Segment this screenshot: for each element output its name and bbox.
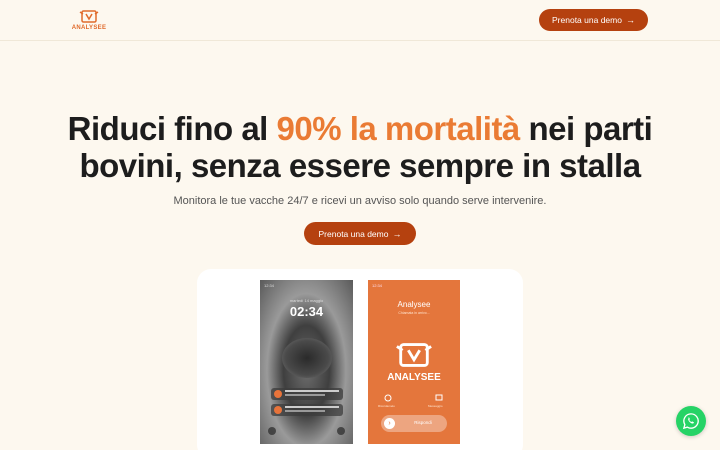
arrow-right-icon: → <box>392 228 402 239</box>
notification-app-icon <box>274 390 282 398</box>
cow-logo-icon <box>396 343 432 367</box>
notification-card <box>271 388 343 400</box>
cow-logo-icon <box>79 10 99 23</box>
phones-showcase-card <box>197 269 523 450</box>
hero-title-part1: Riduci fino al <box>67 110 277 147</box>
brand-logo[interactable]: ANALYSEE <box>72 9 106 35</box>
alarm-icon <box>384 394 392 402</box>
message-label: Messaggio <box>428 404 443 408</box>
lockscreen-date: martedì 14 maggio <box>289 298 324 303</box>
hero-title: Riduci fino al 90% la mortalità nei part… <box>40 110 680 184</box>
caller-name: Analysee <box>397 300 431 309</box>
message-icon <box>435 394 443 401</box>
phone-status-time: 12:34 <box>372 283 383 288</box>
camera-icon <box>337 427 345 435</box>
flashlight-icon <box>268 427 276 435</box>
answer-slider: › Rispondi <box>381 415 447 432</box>
phone-status-time: 12:34 <box>264 283 275 288</box>
notification-app-icon <box>274 406 282 414</box>
lockscreen-time: 02:34 <box>289 304 324 319</box>
hero-demo-button[interactable]: Prenota una demo → <box>304 222 416 245</box>
arrow-right-icon: → <box>625 15 635 25</box>
notification-card <box>271 404 343 416</box>
header-demo-button[interactable]: Prenota una demo → <box>539 9 648 31</box>
logo-text: ANALYSEE <box>71 25 107 31</box>
cow-nose-image <box>282 338 332 378</box>
header-demo-label: Prenota una demo <box>552 15 622 25</box>
hero-title-accent: 90% la mortalità <box>276 110 521 147</box>
lockscreen-phone-mockup: 12:34 martedì 14 maggio 02:34 <box>260 280 353 444</box>
incoming-call-phone-mockup: 12:34 Analysee Chiamata in arrivo... ANA… <box>368 280 460 444</box>
app-logo-text: ANALYSEE <box>387 372 441 383</box>
site-header: ANALYSEE Prenota una demo → <box>0 0 720 41</box>
whatsapp-chat-button[interactable] <box>676 406 706 436</box>
answer-label: Rispondi <box>414 420 432 425</box>
remind-label: Ricordamelo <box>378 404 395 408</box>
whatsapp-icon <box>682 413 699 430</box>
slider-arrow-icon: › <box>384 418 395 429</box>
hero-demo-label: Prenota una demo <box>318 228 389 239</box>
call-status: Chiamata in arrivo... <box>398 311 430 315</box>
hero-subtitle: Monitora le tue vacche 24/7 e ricevi un … <box>173 195 547 207</box>
